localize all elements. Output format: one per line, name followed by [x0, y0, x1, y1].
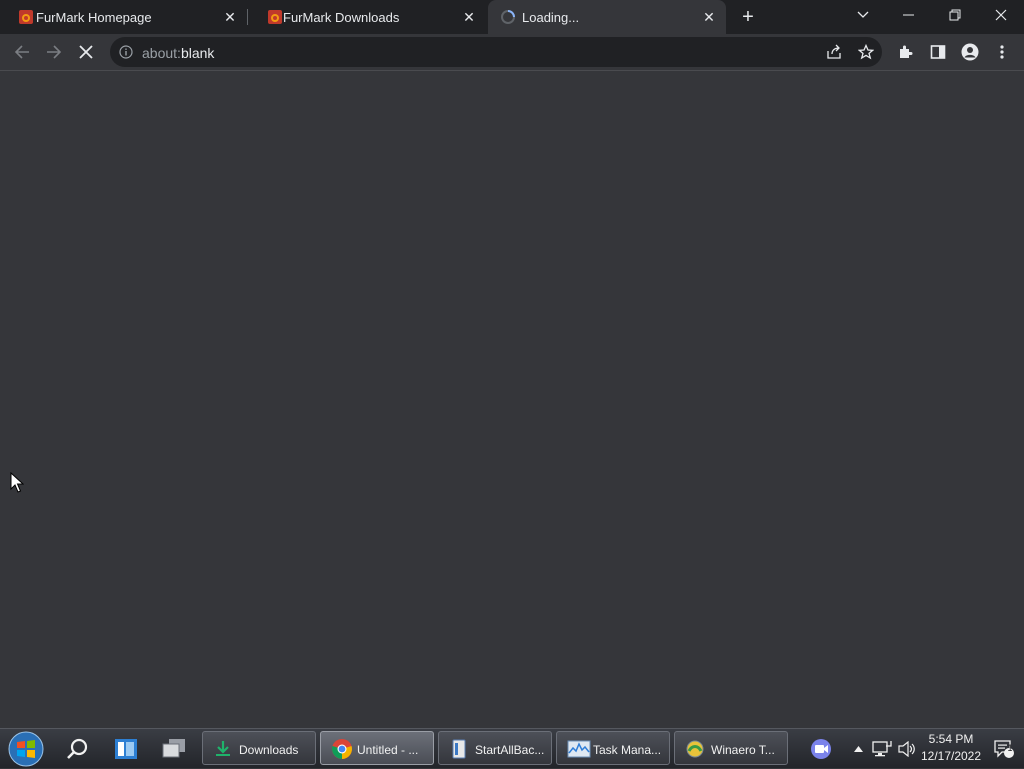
new-tab-icon[interactable]: +	[738, 7, 758, 27]
taskbar-app-winaero[interactable]: Winaero T...	[674, 731, 788, 765]
taskbar-app-downloads[interactable]: Downloads	[202, 731, 316, 765]
side-panel-icon[interactable]	[926, 40, 950, 64]
tab-strip: FurMark Homepage ✕ FurMark Downloads ✕ L…	[0, 0, 1024, 34]
bookmark-star-icon[interactable]	[858, 44, 874, 60]
forward-arrow-icon[interactable]	[42, 40, 66, 64]
more-menu-icon[interactable]	[990, 40, 1014, 64]
tab-loading[interactable]: Loading... ✕	[488, 0, 726, 34]
taskbar-app-label: StartAllBac...	[475, 743, 545, 757]
taskbar-app-label: Winaero T...	[711, 743, 775, 757]
tab-search-chevron-icon[interactable]	[840, 0, 886, 30]
taskbar-app-chrome[interactable]: Untitled - ...	[320, 731, 434, 765]
task-manager-icon	[567, 740, 591, 758]
tab-furmark-homepage[interactable]: FurMark Homepage ✕	[0, 0, 247, 34]
start-button[interactable]	[4, 729, 48, 769]
taskbar: Downloads Untitled - ... StartAllBac... …	[0, 728, 1024, 768]
extensions-puzzle-icon[interactable]	[894, 40, 918, 64]
address-url: about:blank	[142, 45, 215, 61]
stop-loading-icon[interactable]	[74, 40, 98, 64]
windows-orb-icon	[8, 731, 44, 767]
download-folder-icon	[216, 741, 230, 756]
chrome-icon	[332, 739, 352, 759]
mouse-cursor-icon	[10, 472, 24, 493]
taskbar-app-label: Untitled - ...	[357, 743, 419, 757]
page-content[interactable]	[0, 71, 1024, 728]
taskbar-clock[interactable]: 5:54 PM 12/17/2022	[916, 731, 986, 765]
volume-icon[interactable]	[896, 729, 918, 769]
back-arrow-icon[interactable]	[10, 40, 34, 64]
action-center-icon[interactable]: 1	[990, 729, 1018, 769]
clock-date: 12/17/2022	[920, 749, 982, 763]
tab-separator	[247, 9, 248, 25]
site-info-icon[interactable]	[119, 45, 133, 59]
loading-spinner-icon	[501, 10, 515, 24]
taskbar-app-startallback[interactable]: StartAllBac...	[438, 731, 552, 765]
notification-count: 1	[1007, 743, 1013, 753]
furmark-favicon-icon	[19, 10, 33, 24]
tab-close-icon[interactable]: ✕	[700, 8, 718, 26]
network-icon[interactable]	[870, 729, 894, 769]
show-hidden-icons-icon[interactable]	[850, 729, 866, 769]
taskbar-app-label: Downloads	[239, 743, 299, 757]
taskbar-app-label: Task Mana...	[593, 743, 662, 757]
close-window-icon[interactable]	[978, 0, 1024, 30]
tab-close-icon[interactable]: ✕	[460, 8, 478, 26]
clock-time: 5:54 PM	[928, 732, 974, 746]
tab-title: Loading...	[522, 10, 580, 25]
minimize-icon[interactable]	[886, 0, 932, 30]
restore-icon[interactable]	[932, 0, 978, 30]
search-icon[interactable]	[60, 729, 96, 769]
share-icon[interactable]	[826, 44, 842, 60]
tab-furmark-downloads[interactable]: FurMark Downloads ✕	[249, 0, 486, 34]
task-view-icon[interactable]	[108, 729, 144, 769]
meet-now-icon[interactable]	[806, 729, 838, 769]
browser-toolbar: about:blank	[0, 34, 1024, 71]
taskbar-app-task-manager[interactable]: Task Mana...	[556, 731, 670, 765]
profile-avatar-icon[interactable]	[958, 40, 982, 64]
winaero-icon	[686, 740, 704, 758]
address-bar[interactable]: about:blank	[110, 37, 882, 67]
tab-title: FurMark Homepage	[36, 10, 152, 25]
virtual-desktop-icon[interactable]	[156, 729, 192, 769]
startallback-icon	[452, 739, 466, 759]
furmark-favicon-icon	[268, 10, 282, 24]
tab-close-icon[interactable]: ✕	[221, 8, 239, 26]
tab-title: FurMark Downloads	[283, 10, 400, 25]
